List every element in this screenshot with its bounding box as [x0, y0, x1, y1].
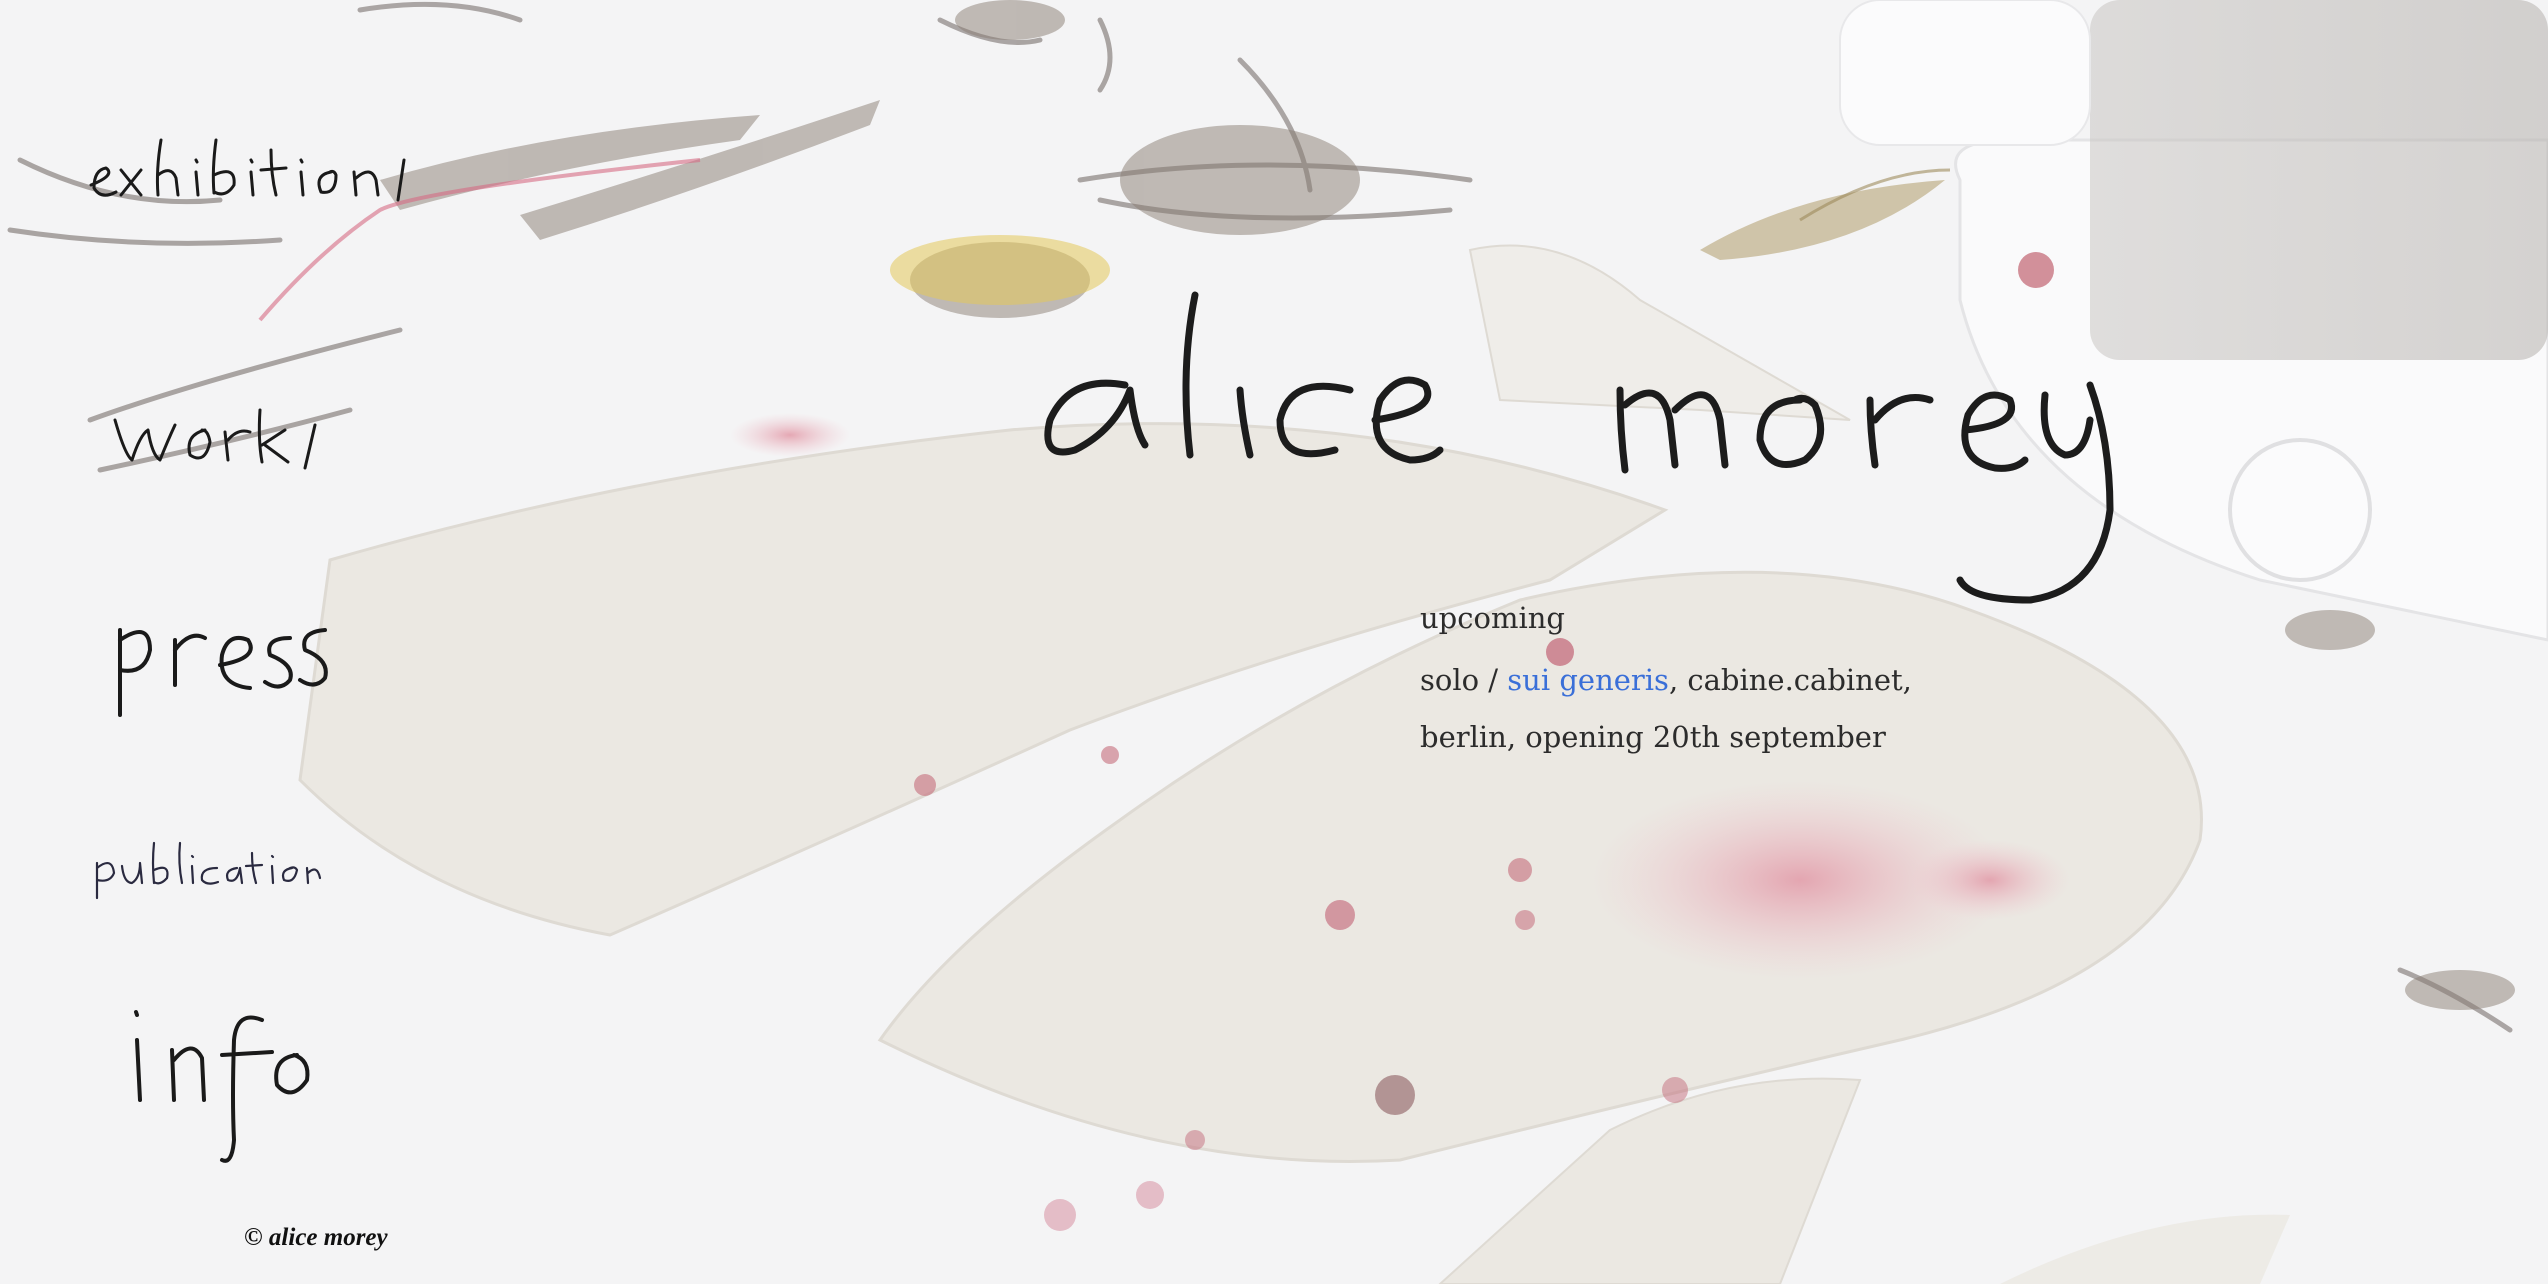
nav-publications[interactable]: publications [92, 838, 322, 908]
nav-info[interactable]: info [122, 1000, 342, 1170]
upcoming-line-1: solo / sui generis, cabine.cabinet, [1420, 652, 2040, 709]
site-title-logo[interactable]: alice morey [1030, 280, 2140, 620]
nav-exhibitions[interactable]: exhibitions [86, 130, 426, 210]
nav-works[interactable]: works [110, 400, 330, 470]
upcoming-heading: upcoming [1420, 601, 1565, 635]
site-title-handwriting [1044, 291, 2114, 604]
exhibition-type: solo / [1420, 663, 1508, 697]
upcoming-announcement: upcoming solo / sui generis, cabine.cabi… [1420, 600, 2040, 766]
nav-press[interactable]: press [110, 610, 330, 720]
page: alice morey [0, 0, 2548, 1284]
exhibition-link[interactable]: sui generis [1507, 663, 1669, 697]
exhibition-venue: , cabine.cabinet, [1668, 663, 1912, 697]
upcoming-line-2: berlin, opening 20th september [1420, 720, 1886, 754]
copyright-footer: © alice morey [244, 1224, 388, 1251]
